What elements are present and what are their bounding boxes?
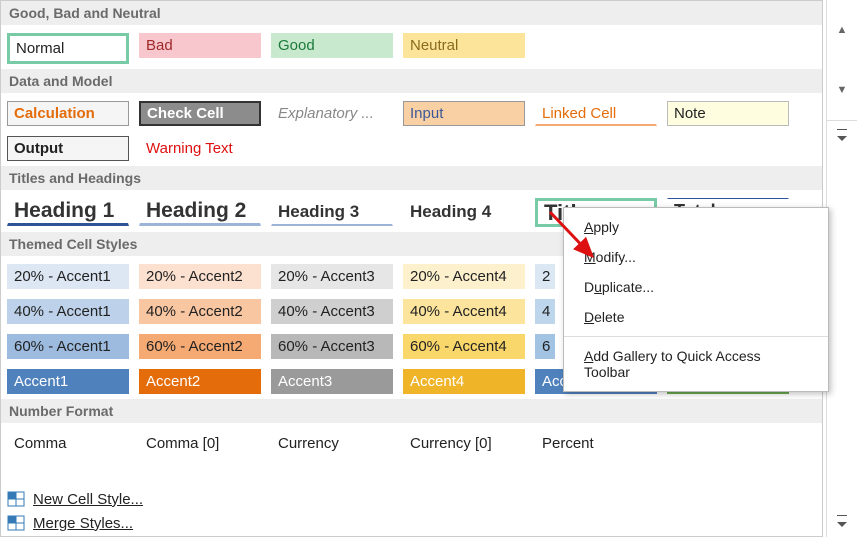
style-normal[interactable]: Normal (7, 33, 129, 64)
style-60-cut[interactable]: 6 (535, 334, 555, 359)
style-40-accent3[interactable]: 40% - Accent3 (271, 299, 393, 324)
cells-icon (7, 490, 25, 508)
style-note[interactable]: Note (667, 101, 789, 126)
expand-gallery-button-bottom[interactable] (827, 507, 857, 537)
menu-apply[interactable]: Apply (564, 212, 828, 242)
context-menu: Apply Modify... Duplicate... Delete Add … (563, 207, 829, 392)
style-accent2[interactable]: Accent2 (139, 369, 261, 394)
menu-separator (564, 336, 828, 337)
row-dm-1: Calculation Check Cell Explanatory ... I… (1, 93, 822, 131)
style-check-cell[interactable]: Check Cell (139, 101, 261, 126)
merge-styles-button[interactable]: Merge Styles... (7, 514, 143, 532)
style-currency[interactable]: Currency (271, 431, 393, 456)
row-dm-2: Output Warning Text (1, 131, 822, 166)
style-20-accent1[interactable]: 20% - Accent1 (7, 264, 129, 289)
style-explanatory[interactable]: Explanatory ... (271, 101, 393, 126)
new-cell-style-label: New Cell Style... (33, 491, 143, 508)
merge-styles-label: Merge Styles... (33, 515, 133, 532)
style-heading-4[interactable]: Heading 4 (403, 198, 525, 226)
menu-delete[interactable]: Delete (564, 302, 828, 332)
style-accent3[interactable]: Accent3 (271, 369, 393, 394)
scroll-up-button[interactable]: ▲ (827, 0, 857, 60)
style-good[interactable]: Good (271, 33, 393, 58)
style-comma[interactable]: Comma (7, 431, 129, 456)
style-comma-0[interactable]: Comma [0] (139, 431, 261, 456)
section-data-model: Data and Model (1, 69, 822, 93)
section-number-format: Number Format (1, 399, 822, 423)
style-60-accent2[interactable]: 60% - Accent2 (139, 334, 261, 359)
style-heading-1[interactable]: Heading 1 (7, 198, 129, 226)
style-bad[interactable]: Bad (139, 33, 261, 58)
style-40-cut[interactable]: 4 (535, 299, 555, 324)
gallery-footer: New Cell Style... Merge Styles... (7, 490, 143, 532)
menu-duplicate[interactable]: Duplicate... (564, 272, 828, 302)
style-accent4[interactable]: Accent4 (403, 369, 525, 394)
style-linked-cell[interactable]: Linked Cell (535, 101, 657, 126)
style-currency-0[interactable]: Currency [0] (403, 431, 525, 456)
section-good-bad-neutral: Good, Bad and Neutral (1, 1, 822, 25)
row-nf: Comma Comma [0] Currency Currency [0] Pe… (1, 423, 822, 461)
style-heading-2[interactable]: Heading 2 (139, 198, 261, 226)
style-neutral[interactable]: Neutral (403, 33, 525, 58)
style-calculation[interactable]: Calculation (7, 101, 129, 126)
style-heading-3[interactable]: Heading 3 (271, 198, 393, 226)
style-20-accent4[interactable]: 20% - Accent4 (403, 264, 525, 289)
menu-modify[interactable]: Modify... (564, 242, 828, 272)
cells-icon (7, 514, 25, 532)
new-cell-style-button[interactable]: New Cell Style... (7, 490, 143, 508)
style-60-accent1[interactable]: 60% - Accent1 (7, 334, 129, 359)
style-accent1[interactable]: Accent1 (7, 369, 129, 394)
style-warning-text[interactable]: Warning Text (139, 136, 261, 161)
expand-gallery-button[interactable] (827, 120, 857, 151)
sidebar-scroll: ▲ ▼ (826, 0, 857, 537)
menu-add-gallery-qat[interactable]: Add Gallery to Quick Access Toolbar (564, 341, 828, 387)
style-40-accent1[interactable]: 40% - Accent1 (7, 299, 129, 324)
scroll-down-button[interactable]: ▼ (827, 60, 857, 120)
style-input[interactable]: Input (403, 101, 525, 126)
style-40-accent4[interactable]: 40% - Accent4 (403, 299, 525, 324)
style-20-accent2[interactable]: 20% - Accent2 (139, 264, 261, 289)
style-20-accent3[interactable]: 20% - Accent3 (271, 264, 393, 289)
section-titles-headings: Titles and Headings (1, 166, 822, 190)
style-percent[interactable]: Percent (535, 431, 657, 456)
row-gbn: Normal Bad Good Neutral (1, 25, 822, 69)
style-20-cut[interactable]: 2 (535, 264, 555, 289)
style-40-accent2[interactable]: 40% - Accent2 (139, 299, 261, 324)
style-60-accent3[interactable]: 60% - Accent3 (271, 334, 393, 359)
style-output[interactable]: Output (7, 136, 129, 161)
style-60-accent4[interactable]: 60% - Accent4 (403, 334, 525, 359)
